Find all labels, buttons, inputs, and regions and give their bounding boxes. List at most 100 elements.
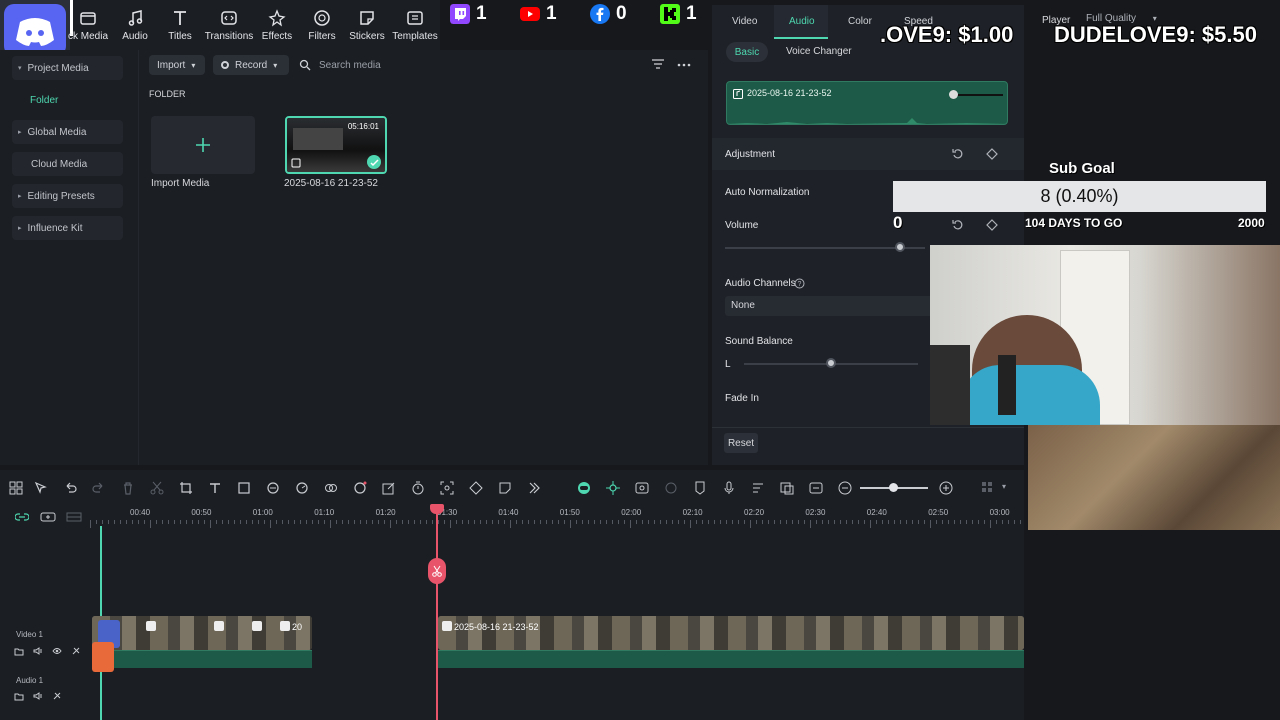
grid-layout-icon[interactable]	[9, 481, 23, 495]
audio-channels-select[interactable]: None	[725, 296, 935, 316]
playhead[interactable]	[436, 506, 438, 720]
subtab-basic[interactable]: Basic	[726, 42, 768, 62]
edit-icon[interactable]	[382, 481, 396, 495]
cut-icon[interactable]	[150, 481, 164, 495]
keyframe-icon[interactable]	[469, 481, 483, 495]
reset-button[interactable]: Reset	[724, 433, 758, 453]
shape-icon[interactable]	[237, 481, 251, 495]
filter-icon[interactable]	[651, 58, 665, 72]
ruler-tick	[360, 520, 361, 524]
help-icon[interactable]: ?	[794, 278, 805, 289]
tab-label: Filters	[308, 31, 336, 42]
ruler-tick	[960, 520, 961, 524]
record-dropdown[interactable]: Record ▾	[213, 55, 289, 75]
ai-toggle-icon[interactable]	[577, 481, 591, 495]
delete-icon[interactable]	[121, 481, 135, 495]
lock-icon[interactable]	[71, 646, 81, 656]
timer-icon[interactable]	[411, 481, 425, 495]
clip-preview-frame	[293, 128, 343, 150]
eye-icon[interactable]	[52, 646, 62, 656]
ruler-tick	[228, 520, 229, 524]
chevron-down-icon[interactable]: ▾	[1002, 482, 1006, 491]
search-bar[interactable]: Search media	[299, 55, 639, 75]
ai-icon[interactable]	[353, 481, 367, 495]
speed-icon[interactable]	[295, 481, 309, 495]
subtab-voice-changer[interactable]: Voice Changer	[786, 46, 852, 57]
ruler-tick	[672, 520, 673, 524]
tab-color[interactable]: Color	[848, 16, 872, 27]
sticker-icon[interactable]	[498, 481, 512, 495]
stop-icon[interactable]	[664, 481, 678, 495]
adjustment-header[interactable]: Adjustment	[712, 138, 1024, 170]
sticker-overlay[interactable]	[88, 620, 120, 672]
audio-track-card[interactable]: 2025-08-16 21-23-52	[726, 81, 1009, 125]
add-track-icon[interactable]	[40, 511, 56, 523]
ruler-tick	[828, 520, 829, 524]
ruler-tick	[918, 520, 919, 524]
subtitle-edit-icon[interactable]	[751, 481, 765, 495]
sidebar-item-global-media[interactable]: ▸ Global Media	[12, 120, 123, 144]
zoom-in-icon[interactable]	[939, 481, 953, 495]
sound-balance-label: Sound Balance	[725, 336, 793, 347]
reset-icon[interactable]	[952, 148, 964, 160]
playhead-handle[interactable]	[430, 504, 444, 514]
microphone-icon[interactable]	[722, 481, 736, 495]
video-clip[interactable]: 2025-08-16 21-23-52	[438, 616, 1024, 650]
replace-icon[interactable]	[780, 481, 794, 495]
timeline-ruler[interactable]: 00:40 00:50 01:00 01:10 01:20 01:30 01:40 01:50…	[90, 506, 1024, 528]
audio-volume-knob[interactable]	[949, 90, 958, 99]
media-clip-thumbnail[interactable]: 05:16:01	[285, 116, 387, 174]
speaker-icon[interactable]	[33, 691, 43, 701]
ruler-tick	[744, 520, 745, 524]
search-input[interactable]: Search media	[319, 60, 381, 71]
sidebar-item-influence-kit[interactable]: ▸ Influence Kit	[12, 216, 123, 240]
ruler-tick	[666, 520, 667, 524]
undo-icon[interactable]	[63, 481, 77, 495]
zoom-out-icon[interactable]	[838, 481, 852, 495]
select-cursor-icon[interactable]	[34, 481, 48, 495]
zoom-slider-knob[interactable]	[889, 483, 898, 492]
redo-icon[interactable]	[92, 481, 106, 495]
sidebar-item-cloud-media[interactable]: Cloud Media	[12, 152, 123, 176]
text-icon[interactable]	[208, 481, 222, 495]
tab-audio-active[interactable]: Audio	[774, 5, 828, 39]
layout-grid-icon[interactable]	[980, 481, 994, 495]
speaker-icon[interactable]	[33, 646, 43, 656]
import-dropdown[interactable]: Import ▾	[149, 55, 205, 75]
fade-in-label: Fade In	[725, 393, 759, 404]
crop-icon[interactable]	[179, 481, 193, 495]
more-options-icon[interactable]	[677, 58, 691, 72]
color-match-icon[interactable]	[266, 481, 280, 495]
folder-icon[interactable]	[14, 646, 24, 656]
sidebar-item-project-media[interactable]: ▾ Project Media	[12, 56, 123, 80]
reset-icon[interactable]	[952, 219, 964, 231]
snap-icon[interactable]	[606, 481, 620, 495]
keyframe-diamond-icon[interactable]	[986, 148, 998, 160]
fit-timeline-icon[interactable]	[809, 481, 823, 495]
mask-icon[interactable]	[324, 481, 338, 495]
auto-reframe-icon[interactable]	[440, 481, 454, 495]
sidebar-item-folder[interactable]: Folder	[24, 88, 135, 112]
volume-slider-knob[interactable]	[895, 242, 905, 252]
split-scissors-button[interactable]	[428, 558, 446, 584]
tab-label: ck Media	[67, 31, 108, 42]
balance-slider-knob[interactable]	[826, 358, 836, 368]
folder-icon[interactable]	[14, 691, 24, 701]
more-tools-icon[interactable]	[527, 481, 541, 495]
stickers-icon	[357, 8, 377, 28]
ruler-tick	[792, 520, 793, 524]
keyframe-diamond-icon[interactable]	[986, 219, 998, 231]
marker-icon[interactable]	[693, 481, 707, 495]
render-icon[interactable]	[635, 481, 649, 495]
link-icon[interactable]	[15, 511, 29, 523]
tip-text: .OVE9: $1.00	[880, 22, 1014, 47]
video-clip[interactable]: 20	[92, 616, 312, 650]
tab-video[interactable]: Video	[732, 16, 757, 27]
ruler-tick	[708, 520, 709, 524]
sidebar-item-editing-presets[interactable]: ▸ Editing Presets	[12, 184, 123, 208]
lock-icon[interactable]	[52, 691, 62, 701]
track-manager-icon[interactable]	[66, 511, 82, 523]
transitions-icon	[219, 8, 239, 28]
tab-templates[interactable]: Templates	[385, 8, 445, 42]
import-media-card[interactable]	[151, 116, 255, 174]
